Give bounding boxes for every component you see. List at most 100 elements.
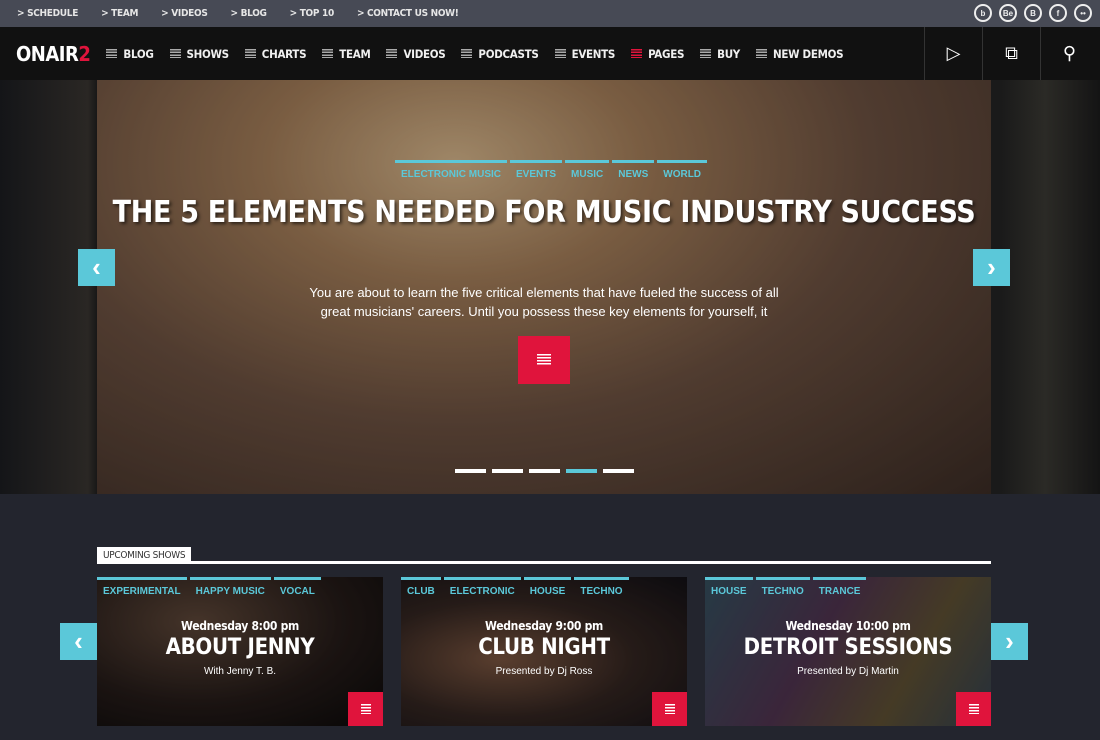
nav-item-videos[interactable]: VIDEOS bbox=[386, 46, 446, 61]
show-host: Presented by Dj Martin bbox=[797, 666, 899, 677]
nav-item-buy[interactable]: BUY bbox=[700, 47, 740, 61]
hero-tag[interactable]: ELECTRONIC MUSIC bbox=[395, 160, 507, 180]
show-time: Wednesday 9:00 pm bbox=[485, 619, 603, 633]
show-details-button[interactable] bbox=[348, 692, 383, 726]
menu-lines-icon bbox=[756, 49, 767, 58]
nav-item-label: EVENTS bbox=[571, 46, 616, 61]
show-tag[interactable]: HOUSE bbox=[705, 577, 753, 597]
slide-dot[interactable] bbox=[492, 469, 523, 473]
play-button[interactable]: ▷ bbox=[924, 27, 982, 80]
hero-tag[interactable]: WORLD bbox=[657, 160, 708, 180]
show-tag[interactable]: TRANCE bbox=[812, 577, 867, 597]
show-time: Wednesday 10:00 pm bbox=[785, 619, 911, 633]
nav-item-label: PODCASTS bbox=[478, 46, 539, 61]
hero-tag[interactable]: MUSIC bbox=[565, 160, 610, 180]
menu-lines-icon bbox=[386, 49, 398, 58]
logo[interactable]: ONAIR2 bbox=[16, 42, 91, 66]
show-card[interactable]: CLUB ELECTRONIC HOUSE TECHNO Wednesday 9:00 … bbox=[401, 577, 687, 726]
lines-icon bbox=[537, 354, 551, 366]
top-link[interactable]: > CONTACT US NOW! bbox=[357, 8, 459, 19]
hero-excerpt: You are about to learn the five critical… bbox=[309, 285, 779, 319]
top-link[interactable]: > TEAM bbox=[101, 8, 138, 19]
hero-title[interactable]: THE 5 ELEMENTS NEEDED FOR MUSIC INDUSTRY… bbox=[97, 195, 991, 231]
nav-item-label: NEW DEMOS bbox=[773, 46, 844, 61]
main-nav: ONAIR2 BLOG SHOWS CHARTS TEAM VIDEOS PODCASTS… bbox=[0, 27, 1100, 80]
top-link[interactable]: > BLOG bbox=[231, 8, 267, 19]
nav-item-label: VIDEOS bbox=[403, 46, 446, 61]
top-link[interactable]: > TOP 10 bbox=[290, 8, 335, 19]
nav-item-new-demos[interactable]: NEW DEMOS bbox=[756, 46, 844, 61]
show-card[interactable]: HOUSE TECHNO TRANCE Wednesday 10:00 pm DETRO… bbox=[705, 577, 991, 726]
flickr-icon[interactable]: •• bbox=[1074, 4, 1092, 22]
menu-lines-icon bbox=[244, 49, 256, 58]
nav-item-label: BUY bbox=[717, 46, 740, 61]
show-tag[interactable]: VOCAL bbox=[273, 577, 321, 597]
nav-item-team[interactable]: TEAM bbox=[322, 46, 371, 61]
nav-item-label: SHOWS bbox=[186, 46, 230, 61]
read-more-button[interactable] bbox=[518, 336, 570, 384]
top-link[interactable]: > SCHEDULE bbox=[17, 8, 78, 19]
hero-tag[interactable]: NEWS bbox=[612, 160, 655, 180]
slide-dot[interactable] bbox=[566, 469, 597, 473]
show-title[interactable]: CLUB NIGHT bbox=[401, 635, 687, 660]
show-card[interactable]: EXPERIMENTAL HAPPY MUSIC VOCAL Wednesday 8:… bbox=[97, 577, 383, 726]
show-tag[interactable]: CLUB bbox=[401, 577, 441, 597]
show-title[interactable]: ABOUT JENNY bbox=[97, 635, 383, 660]
lines-icon bbox=[360, 704, 371, 714]
show-tag[interactable]: TECHNO bbox=[755, 577, 810, 597]
menu-lines-icon bbox=[106, 49, 118, 58]
copy-button[interactable]: ⧉ bbox=[982, 27, 1040, 80]
show-tags: EXPERIMENTAL HAPPY MUSIC VOCAL bbox=[97, 577, 321, 597]
show-time: Wednesday 8:00 pm bbox=[181, 619, 299, 633]
nav-item-label: TEAM bbox=[339, 46, 371, 61]
shows-next-button[interactable]: › bbox=[991, 623, 1028, 660]
show-details-button[interactable] bbox=[956, 692, 991, 726]
hero-slider: ELECTRONIC MUSIC EVENTS MUSIC NEWS WORLD THE… bbox=[97, 80, 991, 494]
blogger-icon[interactable]: B bbox=[1024, 4, 1042, 22]
top-link[interactable]: > VIDEOS bbox=[161, 8, 208, 19]
search-button[interactable]: ⚲ bbox=[1040, 27, 1098, 80]
upcoming-shows-header: UPCOMING SHOWS bbox=[97, 545, 991, 564]
show-tag[interactable]: ELECTRONIC bbox=[443, 577, 521, 597]
copy-icon: ⧉ bbox=[1005, 43, 1018, 63]
lines-icon bbox=[968, 704, 979, 714]
search-icon: ⚲ bbox=[1062, 43, 1077, 63]
behance-icon[interactable]: Be bbox=[999, 4, 1017, 22]
show-tags: CLUB ELECTRONIC HOUSE TECHNO bbox=[401, 577, 629, 597]
nav-item-events[interactable]: EVENTS bbox=[554, 46, 616, 61]
shows-prev-button[interactable]: ‹ bbox=[60, 623, 97, 660]
menu-lines-icon bbox=[700, 49, 712, 58]
b-icon[interactable]: b bbox=[974, 4, 992, 22]
nav-item-shows[interactable]: SHOWS bbox=[169, 46, 230, 61]
hero-tag[interactable]: EVENTS bbox=[510, 160, 563, 180]
nav-item-charts[interactable]: CHARTS bbox=[244, 46, 307, 61]
hero-prev-button[interactable]: ‹ bbox=[78, 249, 115, 286]
menu-lines-icon bbox=[322, 49, 334, 58]
nav-item-label: BLOG bbox=[123, 46, 154, 61]
menu-lines-icon bbox=[631, 49, 643, 58]
nav-item-label: PAGES bbox=[648, 46, 685, 61]
menu-lines-icon bbox=[554, 49, 566, 58]
show-tags: HOUSE TECHNO TRANCE bbox=[705, 577, 867, 597]
hero-next-button[interactable]: › bbox=[973, 249, 1010, 286]
show-host: With Jenny T. B. bbox=[203, 666, 277, 677]
nav-item-pages[interactable]: PAGES bbox=[631, 47, 684, 61]
show-host: Presented by Dj Ross bbox=[495, 666, 593, 677]
slide-dot[interactable] bbox=[529, 469, 560, 473]
play-icon: ▷ bbox=[946, 43, 961, 63]
top-bar: > SCHEDULE > TEAM > VIDEOS > BLOG > TOP 10 > … bbox=[0, 0, 1100, 27]
lines-icon bbox=[664, 704, 675, 714]
show-details-button[interactable] bbox=[652, 692, 687, 726]
show-title[interactable]: DETROIT SESSIONS bbox=[705, 635, 991, 660]
nav-item-podcasts[interactable]: PODCASTS bbox=[461, 46, 539, 61]
nav-item-label: CHARTS bbox=[261, 46, 307, 61]
show-tag[interactable]: TECHNO bbox=[574, 577, 629, 597]
slide-dot[interactable] bbox=[455, 469, 486, 473]
nav-item-blog[interactable]: BLOG bbox=[106, 46, 154, 61]
show-tag[interactable]: HAPPY MUSIC bbox=[189, 577, 271, 597]
facebook-icon[interactable]: f bbox=[1049, 4, 1067, 22]
menu-lines-icon bbox=[461, 49, 473, 58]
slide-dot[interactable] bbox=[603, 469, 634, 473]
show-tag[interactable]: EXPERIMENTAL bbox=[97, 577, 187, 597]
show-tag[interactable]: HOUSE bbox=[523, 577, 572, 597]
